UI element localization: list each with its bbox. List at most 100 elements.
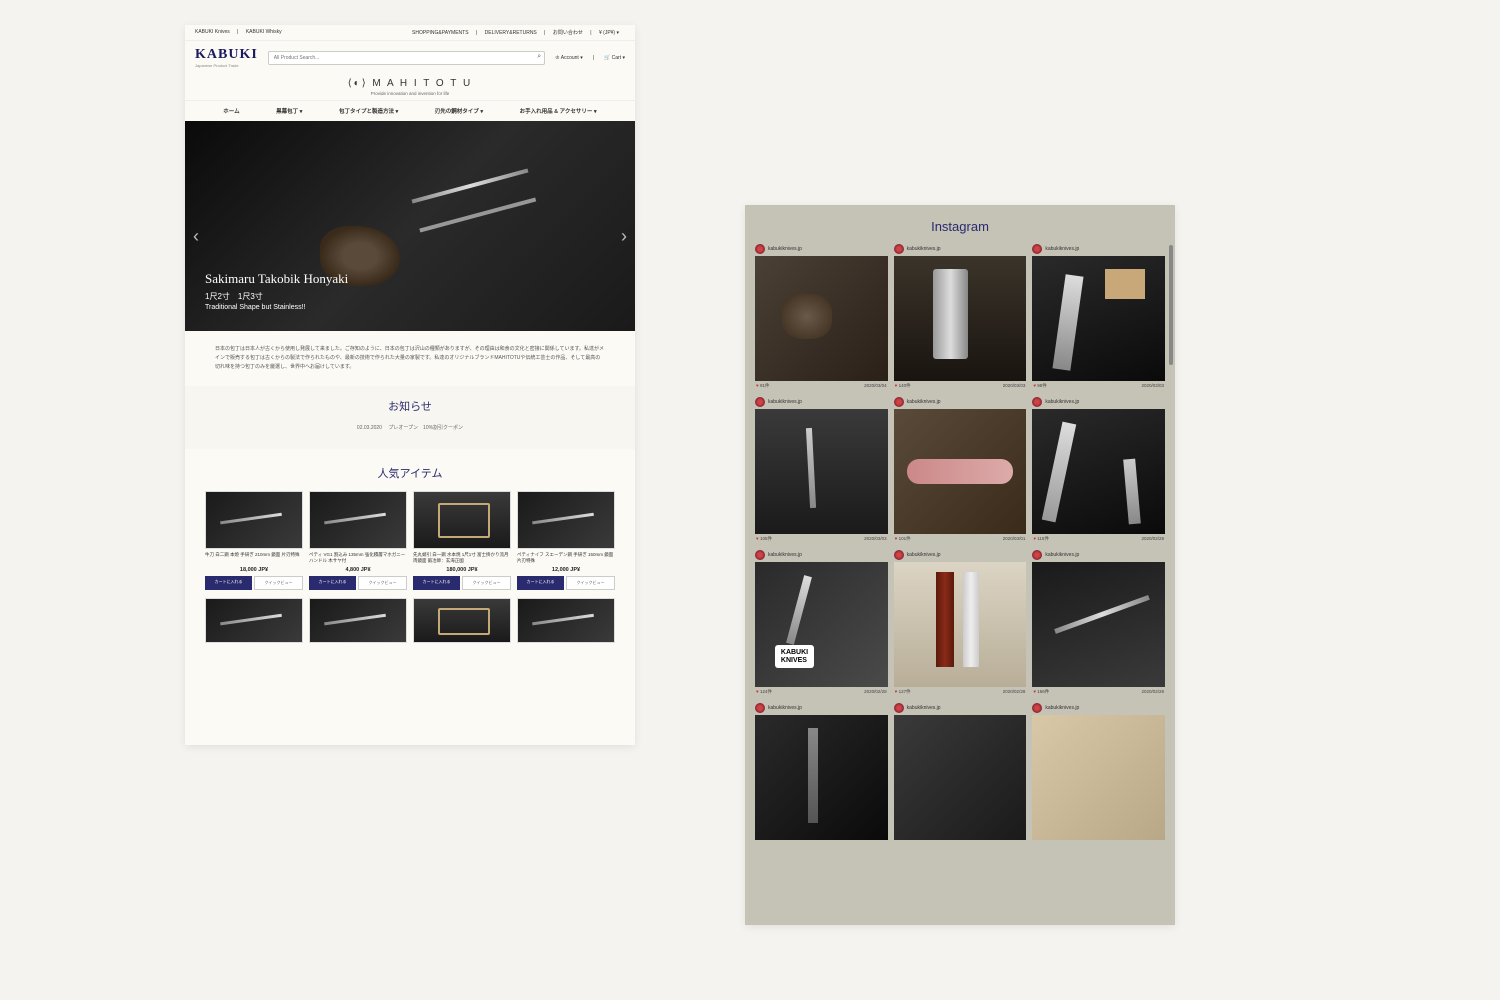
product-card[interactable]: ペティナイフ スエーデン鋼 手研ぎ 150mm 鏡面 片刃特殊 12,000 J… xyxy=(517,491,615,590)
product-image[interactable] xyxy=(205,491,303,549)
quick-view-button[interactable]: クイックビュー xyxy=(566,576,615,590)
cart-link[interactable]: 🛒 Cart ▾ xyxy=(604,55,625,61)
instagram-user[interactable]: kabukiknives.jp xyxy=(755,244,888,254)
product-image[interactable] xyxy=(517,491,615,549)
instagram-likes: 127件 xyxy=(895,689,911,695)
product-image[interactable] xyxy=(413,491,511,549)
product-card[interactable] xyxy=(413,598,511,643)
topbar-link-shopping[interactable]: SHOPPING&PAYMENTS xyxy=(412,30,469,36)
logo[interactable]: KABUKI Japanese Product Trade xyxy=(195,47,258,68)
instagram-likes: 105件 xyxy=(756,536,772,542)
instagram-image[interactable] xyxy=(894,715,1027,840)
instagram-image[interactable] xyxy=(755,256,888,381)
product-image[interactable] xyxy=(205,598,303,643)
instagram-user[interactable]: kabukiknives.jp xyxy=(894,244,1027,254)
instagram-post[interactable]: kabukiknives.jp 140件 2020/03/03 xyxy=(894,244,1027,391)
instagram-grid: kabukiknives.jp 91件 2020/03/04 kabukikni… xyxy=(745,244,1175,840)
product-image[interactable] xyxy=(517,598,615,643)
instagram-user[interactable]: kabukiknives.jp xyxy=(755,397,888,407)
instagram-image[interactable] xyxy=(894,562,1027,687)
instagram-user[interactable]: kabukiknives.jp xyxy=(1032,550,1165,560)
carousel-next-icon[interactable]: › xyxy=(621,226,627,247)
product-card[interactable] xyxy=(309,598,407,643)
topbar-link-knives[interactable]: KABUKI Knives xyxy=(195,29,230,35)
instagram-username: kabukiknives.jp xyxy=(1045,705,1079,711)
instagram-post[interactable]: kabukiknives.jp xyxy=(755,703,888,840)
instagram-image[interactable] xyxy=(1032,562,1165,687)
product-price: 12,000 JP¥ xyxy=(517,567,615,573)
instagram-post[interactable]: kabukiknives.jp 91件 2020/03/04 xyxy=(755,244,888,391)
avatar-icon xyxy=(1032,703,1042,713)
quick-view-button[interactable]: クイックビュー xyxy=(358,576,407,590)
instagram-post[interactable]: kabukiknives.jp 127件 2020/02/28 xyxy=(894,550,1027,697)
product-card[interactable]: 牛刀 白二鋼 本焼 手研ぎ 210mm 鏡面 片刃特殊 18,000 JP¥ カ… xyxy=(205,491,303,590)
hero-carousel: ‹ › Sakimaru Takobik Honyaki 1尺2寸 1尺3寸 T… xyxy=(185,121,635,331)
instagram-image[interactable] xyxy=(894,256,1027,381)
nav-steel-type[interactable]: 刃先の鋼材タイプ ▾ xyxy=(435,107,483,115)
nav-home[interactable]: ホーム xyxy=(223,107,239,115)
instagram-post[interactable]: kabukiknives.jp xyxy=(1032,703,1165,840)
product-buttons: カートに入れる クイックビュー xyxy=(413,576,511,590)
instagram-image[interactable] xyxy=(894,409,1027,534)
product-image[interactable] xyxy=(413,598,511,643)
search-input[interactable] xyxy=(268,51,545,65)
instagram-user[interactable]: kabukiknives.jp xyxy=(1032,244,1165,254)
product-card[interactable]: 先丸蛸引 白一鋼 水本焼 1尺1寸 富士掛かり流月 両鏡面 鍛冶師：玄海正國 1… xyxy=(413,491,511,590)
topbar-link-contact[interactable]: お問い合わせ xyxy=(553,30,583,36)
instagram-meta: 115件 2020/02/28 xyxy=(1032,534,1165,544)
quick-view-button[interactable]: クイックビュー xyxy=(254,576,303,590)
nav-kuromaku[interactable]: 黒幕包丁 ▾ xyxy=(276,107,302,115)
avatar-icon xyxy=(1032,244,1042,254)
instagram-user[interactable]: kabukiknives.jp xyxy=(1032,397,1165,407)
logo-subtitle: Japanese Product Trade xyxy=(195,63,258,68)
product-image[interactable] xyxy=(309,491,407,549)
instagram-image[interactable] xyxy=(1032,409,1165,534)
topbar-link-delivery[interactable]: DELIVERY&RETURNS xyxy=(485,30,537,36)
add-to-cart-button[interactable]: カートに入れる xyxy=(413,576,460,590)
divider: | xyxy=(476,30,477,36)
website-panel: KABUKI Knives | KABUKI Whisky SHOPPING&P… xyxy=(185,25,635,745)
header-actions: ♔ Account ▾ | 🛒 Cart ▾ xyxy=(555,55,625,61)
instagram-post[interactable]: kabukiknives.jp 156件 2020/02/28 xyxy=(1032,550,1165,697)
instagram-image[interactable] xyxy=(755,409,888,534)
instagram-image[interactable] xyxy=(1032,256,1165,381)
popular-title: 人気アイテム xyxy=(205,465,615,481)
news-date: 02.03.2020 xyxy=(357,425,382,431)
instagram-meta: 101件 2020/03/01 xyxy=(894,534,1027,544)
instagram-user[interactable]: kabukiknives.jp xyxy=(894,550,1027,560)
product-card[interactable] xyxy=(205,598,303,643)
instagram-user[interactable]: kabukiknives.jp xyxy=(894,703,1027,713)
instagram-user[interactable]: kabukiknives.jp xyxy=(1032,703,1165,713)
account-link[interactable]: ♔ Account ▾ xyxy=(555,55,583,61)
instagram-username: kabukiknives.jp xyxy=(907,246,941,252)
scrollbar[interactable] xyxy=(1169,245,1173,365)
add-to-cart-button[interactable]: カートに入れる xyxy=(309,576,356,590)
instagram-image[interactable] xyxy=(755,562,888,687)
instagram-user[interactable]: kabukiknives.jp xyxy=(755,703,888,713)
instagram-user[interactable]: kabukiknives.jp xyxy=(894,397,1027,407)
avatar-icon xyxy=(755,550,765,560)
instagram-post[interactable]: kabukiknives.jp 124件 2020/02/28 xyxy=(755,550,888,697)
topbar-link-whisky[interactable]: KABUKI Whisky xyxy=(246,29,282,35)
product-card[interactable]: ペティ VG1 割込み 135mm 強化積層マホガニーハンドル 木サヤ付 4,8… xyxy=(309,491,407,590)
instagram-image[interactable] xyxy=(1032,715,1165,840)
instagram-image[interactable] xyxy=(755,715,888,840)
product-image[interactable] xyxy=(309,598,407,643)
nav-type-method[interactable]: 包丁タイプと製造方法 ▾ xyxy=(339,107,398,115)
instagram-post[interactable]: kabukiknives.jp 115件 2020/02/28 xyxy=(1032,397,1165,544)
news-item[interactable]: 02.03.2020 プレオープン 10%割引クーポン xyxy=(185,424,635,431)
add-to-cart-button[interactable]: カートに入れる xyxy=(517,576,564,590)
instagram-post[interactable]: kabukiknives.jp 98件 2020/03/03 xyxy=(1032,244,1165,391)
instagram-post[interactable]: kabukiknives.jp 101件 2020/03/01 xyxy=(894,397,1027,544)
product-card[interactable] xyxy=(517,598,615,643)
carousel-prev-icon[interactable]: ‹ xyxy=(193,226,199,247)
quick-view-button[interactable]: クイックビュー xyxy=(462,576,511,590)
brand-center: ⟨◐⟩ M A H I T O T U Provide innovation a… xyxy=(185,74,635,100)
currency-selector[interactable]: ¥ (JP¥) ▾ xyxy=(599,30,619,36)
instagram-post[interactable]: kabukiknives.jp xyxy=(894,703,1027,840)
nav-accessories[interactable]: お手入れ用品 & アクセサリー ▾ xyxy=(520,107,597,115)
add-to-cart-button[interactable]: カートに入れる xyxy=(205,576,252,590)
instagram-user[interactable]: kabukiknives.jp xyxy=(755,550,888,560)
instagram-post[interactable]: kabukiknives.jp 105件 2020/03/03 xyxy=(755,397,888,544)
search-icon[interactable]: ⌕ xyxy=(537,53,541,61)
